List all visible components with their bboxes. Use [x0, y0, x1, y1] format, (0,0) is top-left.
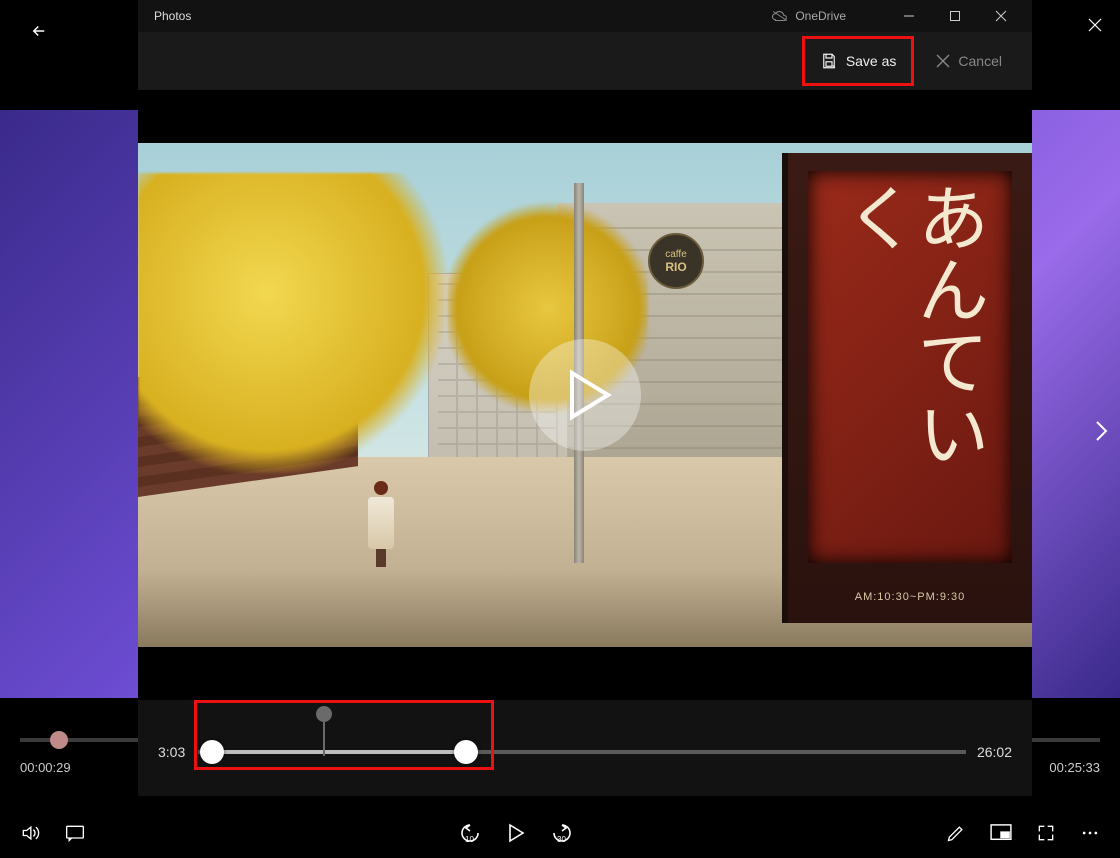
fullscreen-button[interactable] [1036, 823, 1056, 843]
shop-signboard: あんていく AM:10:30~PM:9:30 [782, 153, 1032, 623]
background-playhead[interactable] [50, 731, 68, 749]
svg-text:10: 10 [465, 835, 474, 844]
photos-trim-dialog: Photos OneDrive Save as Cancel [138, 0, 1032, 796]
cancel-label: Cancel [958, 53, 1002, 69]
play-icon [566, 369, 612, 421]
skip-back-10-button[interactable]: 10 [457, 822, 483, 844]
mini-player-button[interactable] [990, 824, 1012, 842]
window-maximize-button[interactable] [932, 0, 978, 32]
bg-total-time: 00:25:33 [1049, 760, 1100, 775]
dialog-toolbar: Save as Cancel [138, 32, 1032, 90]
onedrive-label: OneDrive [795, 9, 846, 23]
subtitles-button[interactable] [64, 823, 86, 843]
play-button[interactable] [507, 823, 525, 843]
skip-forward-30-button[interactable]: 30 [549, 822, 575, 844]
window-minimize-button[interactable] [886, 0, 932, 32]
bg-current-time: 00:00:29 [20, 760, 71, 775]
volume-button[interactable] [20, 823, 40, 843]
cancel-button[interactable]: Cancel [926, 47, 1012, 75]
save-as-button[interactable]: Save as [804, 38, 913, 84]
sign-calligraphy: あんていく [818, 181, 1002, 534]
character [366, 481, 396, 565]
play-overlay-button[interactable] [529, 339, 641, 451]
onedrive-status[interactable]: OneDrive [771, 9, 846, 23]
app-close-button[interactable] [1088, 18, 1102, 32]
background-controls: 10 30 [0, 808, 1120, 858]
trim-start-time: 3:03 [158, 744, 185, 760]
next-media-button[interactable] [1094, 420, 1108, 442]
dialog-titlebar[interactable]: Photos OneDrive [138, 0, 1032, 32]
back-button[interactable] [30, 22, 48, 40]
close-icon [936, 54, 950, 68]
window-close-button[interactable] [978, 0, 1024, 32]
annotation-highlight [194, 700, 494, 770]
trim-bar: 3:03 26:02 [138, 700, 1032, 796]
save-as-label: Save as [846, 53, 897, 69]
save-icon [820, 52, 838, 70]
edit-pencil-button[interactable] [946, 823, 966, 843]
svg-text:30: 30 [557, 835, 566, 844]
video-frame: caffe RIO あんていく AM:10:30~PM:9:30 [138, 143, 1032, 647]
more-button[interactable] [1080, 823, 1100, 843]
sign-hours: AM:10:30~PM:9:30 [788, 591, 1032, 603]
trim-end-time: 26:02 [977, 744, 1012, 760]
video-preview-area: caffe RIO あんていく AM:10:30~PM:9:30 [138, 90, 1032, 700]
dialog-title: Photos [154, 9, 191, 23]
cloud-off-icon [771, 10, 789, 22]
caffe-sign: caffe RIO [648, 233, 704, 289]
